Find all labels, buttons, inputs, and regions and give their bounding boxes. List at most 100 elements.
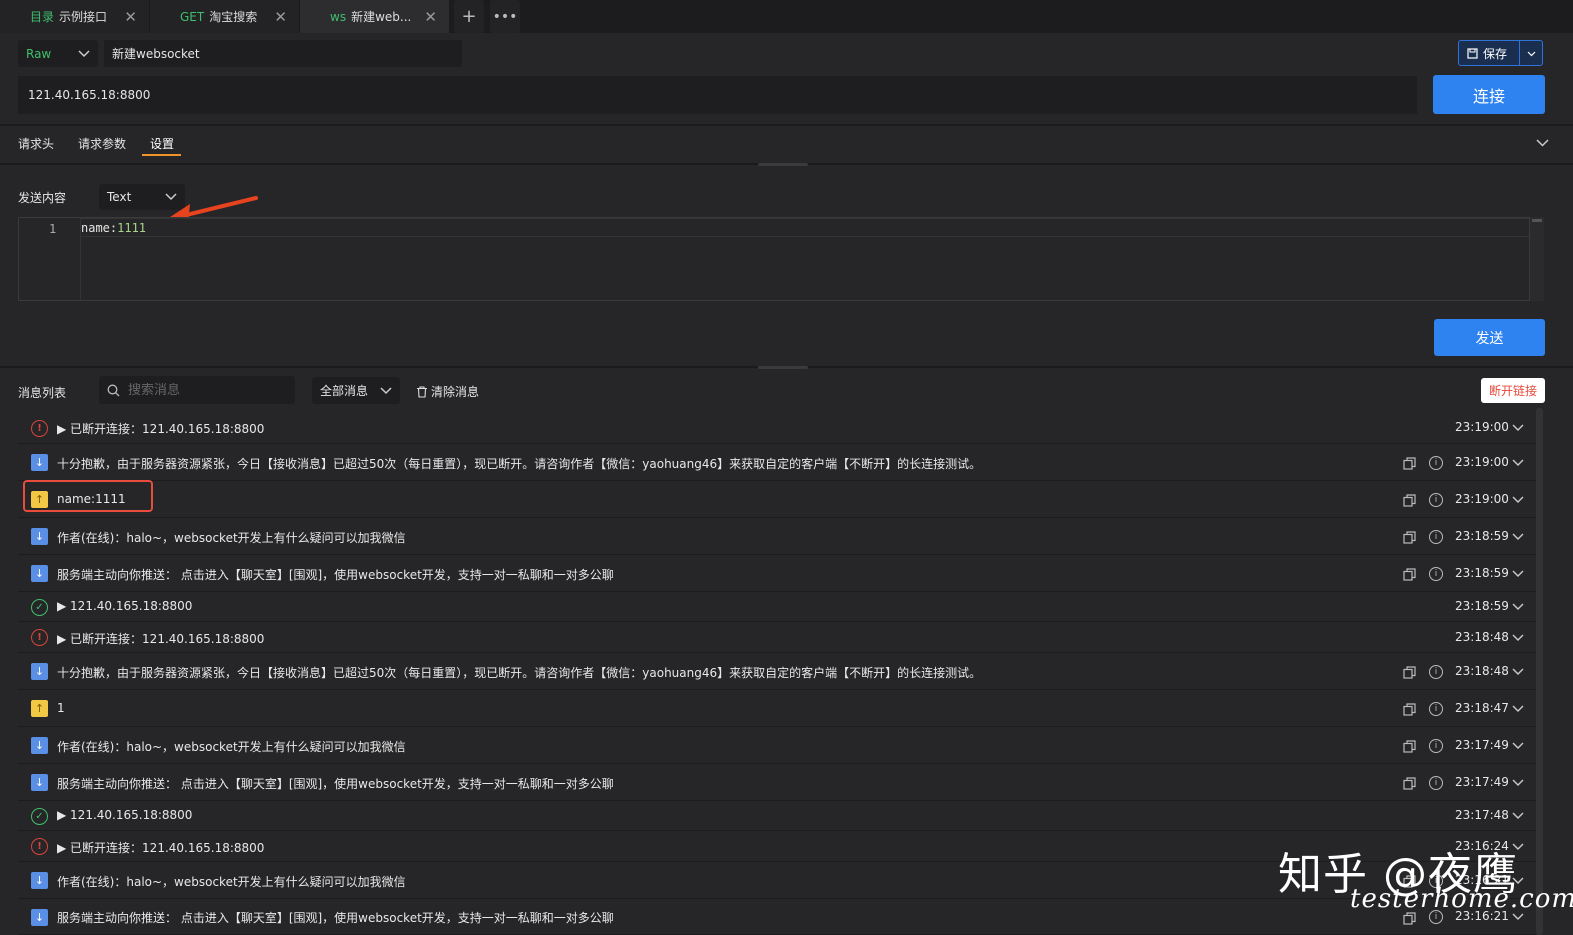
watermark-site: testerhome.com (1350, 884, 1573, 914)
message-text: ▶ 已断开连接：121.40.165.18:8800 (57, 631, 265, 646)
tab-bar: 目录 示例接口 ✕ GET 淘宝搜索 ✕ ws 新建web... ✕ + ••• (0, 0, 1573, 33)
connect-button[interactable]: 连接 (1433, 75, 1545, 114)
chevron-down-icon[interactable] (1512, 812, 1524, 820)
chevron-down-icon[interactable] (1512, 913, 1524, 921)
tab-0[interactable]: 目录 示例接口 ✕ (0, 0, 150, 33)
message-time: 23:17:49 (1455, 737, 1509, 752)
request-name-input[interactable] (104, 40, 462, 67)
tab-method: ws (330, 9, 347, 24)
tab-1[interactable]: GET 淘宝搜索 ✕ (150, 0, 300, 33)
editor-gutter: 1 (19, 218, 81, 300)
resize-handle[interactable] (758, 366, 808, 369)
message-row[interactable]: ↓ 服务端主动向你推送： 点击进入【聊天室】[围观]，使用websocket开发，… (18, 899, 1536, 935)
message-row[interactable]: ↑ name:1111 i 23:19:00 (18, 481, 1536, 518)
message-row[interactable]: ↑ 1 i 23:18:47 (18, 690, 1536, 727)
message-time: 23:19:00 (1455, 420, 1509, 434)
message-row[interactable]: ↓ 服务端主动向你推送： 点击进入【聊天室】[围观]，使用websocket开发，… (18, 764, 1536, 801)
info-icon[interactable]: i (1429, 775, 1443, 790)
search-input[interactable] (128, 382, 278, 398)
search-box[interactable] (99, 376, 295, 404)
chevron-down-icon[interactable] (1512, 742, 1524, 750)
search-icon (107, 384, 120, 396)
chevron-down-icon[interactable] (1512, 779, 1524, 787)
chevron-down-icon[interactable] (1512, 459, 1524, 467)
copy-icon[interactable] (1403, 494, 1416, 507)
copy-icon[interactable] (1403, 531, 1416, 544)
copy-icon[interactable] (1403, 703, 1416, 716)
chevron-down-icon (78, 47, 90, 61)
info-icon[interactable]: i (1429, 738, 1443, 753)
message-row[interactable]: ↓ 服务端主动向你推送： 点击进入【聊天室】[围观]，使用websocket开发，… (18, 555, 1536, 592)
add-tab-icon[interactable]: + (454, 0, 484, 33)
tab-params[interactable]: 请求参数 (78, 135, 126, 152)
more-icon[interactable]: ••• (490, 0, 520, 33)
code-editor[interactable]: 1 name:1111 (18, 217, 1530, 301)
chevron-down-icon[interactable] (1512, 424, 1524, 432)
info-icon[interactable]: i (1429, 455, 1443, 470)
tab-method: GET (180, 9, 205, 24)
tab-headers[interactable]: 请求头 (18, 135, 54, 152)
tab-settings[interactable]: 设置 (150, 135, 174, 152)
close-icon[interactable]: ✕ (274, 8, 287, 26)
message-time: 23:17:48 (1455, 808, 1509, 822)
chevron-down-icon[interactable] (1512, 570, 1524, 578)
chevron-down-icon[interactable] (1512, 496, 1524, 504)
url-input[interactable] (18, 76, 1417, 114)
arrow-down-icon: ↓ (31, 908, 48, 926)
list-scrollbar[interactable] (1536, 408, 1543, 935)
code-line[interactable]: name:1111 (81, 218, 1529, 237)
info-icon[interactable]: i (1429, 492, 1443, 507)
copy-icon[interactable] (1403, 777, 1416, 790)
message-text: 服务端主动向你推送： 点击进入【聊天室】[围观]，使用websocket开发，支… (57, 911, 614, 925)
arrow-down-icon: ↓ (31, 737, 48, 754)
mode-select[interactable]: Raw (18, 40, 98, 67)
info-icon[interactable]: i (1429, 664, 1443, 679)
arrow-up-icon: ↑ (31, 700, 48, 717)
send-button[interactable]: 发送 (1434, 319, 1545, 356)
chevron-down-icon[interactable] (1512, 603, 1524, 611)
save-icon (1467, 47, 1478, 59)
message-time: 23:18:59 (1455, 565, 1509, 580)
chevron-down-icon[interactable] (1512, 634, 1524, 642)
tab-name: 新建web... (351, 10, 412, 24)
editor-scrollbar[interactable] (1530, 217, 1544, 301)
chevron-down-icon[interactable] (1512, 668, 1524, 676)
message-row[interactable]: ↓ 十分抱歉，由于服务器资源紧张，今日【接收消息】已超过50次（每日重置），现已断… (18, 653, 1536, 690)
message-row[interactable]: ! ▶ 已断开连接：121.40.165.18:8800 23:18:48 (18, 622, 1536, 653)
copy-icon[interactable] (1403, 568, 1416, 581)
disconnect-button[interactable]: 断开链接 (1481, 378, 1545, 403)
chevron-down-icon[interactable] (1512, 533, 1524, 541)
chevron-down-icon[interactable] (1536, 136, 1549, 151)
check-circle-icon: ✓ (31, 598, 48, 616)
tab-2[interactable]: ws 新建web... ✕ (300, 0, 450, 33)
save-dropdown-icon[interactable] (1520, 46, 1542, 60)
info-icon[interactable]: i (1429, 566, 1443, 581)
message-text: ▶ 121.40.165.18:8800 (57, 599, 193, 613)
message-row[interactable]: ✓ ▶ 121.40.165.18:8800 23:17:48 (18, 801, 1536, 831)
message-time: 23:18:48 (1455, 663, 1509, 678)
info-icon[interactable]: i (1429, 701, 1443, 716)
close-icon[interactable]: ✕ (124, 8, 137, 26)
save-main[interactable]: 保存 (1459, 41, 1520, 65)
arrow-down-icon: ↓ (31, 528, 48, 545)
message-row[interactable]: ↓ 作者(在线)：halo~，websocket开发上有什么疑问可以加我微信 i 23… (18, 518, 1536, 555)
copy-icon[interactable] (1403, 740, 1416, 753)
save-button[interactable]: 保存 (1458, 40, 1543, 66)
message-row[interactable]: ! ▶ 已断开连接：121.40.165.18:8800 23:19:00 (18, 412, 1536, 444)
message-row[interactable]: ✓ ▶ 121.40.165.18:8800 23:18:59 (18, 592, 1536, 622)
info-icon[interactable]: i (1429, 529, 1443, 544)
message-row[interactable]: ↓ 作者(在线)：halo~，websocket开发上有什么疑问可以加我微信 i 23… (18, 727, 1536, 764)
tab-name: 示例接口 (59, 10, 108, 24)
message-text: 1 (57, 700, 65, 715)
message-filter-select[interactable]: 全部消息 (312, 377, 400, 404)
copy-icon[interactable] (1403, 457, 1416, 470)
close-icon[interactable]: ✕ (424, 8, 437, 26)
arrow-down-icon: ↓ (31, 565, 48, 582)
send-content-label: 发送内容 (18, 191, 67, 205)
message-row[interactable]: ↓ 十分抱歉，由于服务器资源紧张，今日【接收消息】已超过50次（每日重置），现已断… (18, 444, 1536, 481)
copy-icon[interactable] (1403, 666, 1416, 679)
clear-messages-button[interactable]: 清除消息 (416, 383, 479, 400)
content-type-value: Text (107, 190, 132, 204)
chevron-down-icon[interactable] (1512, 705, 1524, 713)
resize-handle[interactable] (758, 163, 808, 166)
